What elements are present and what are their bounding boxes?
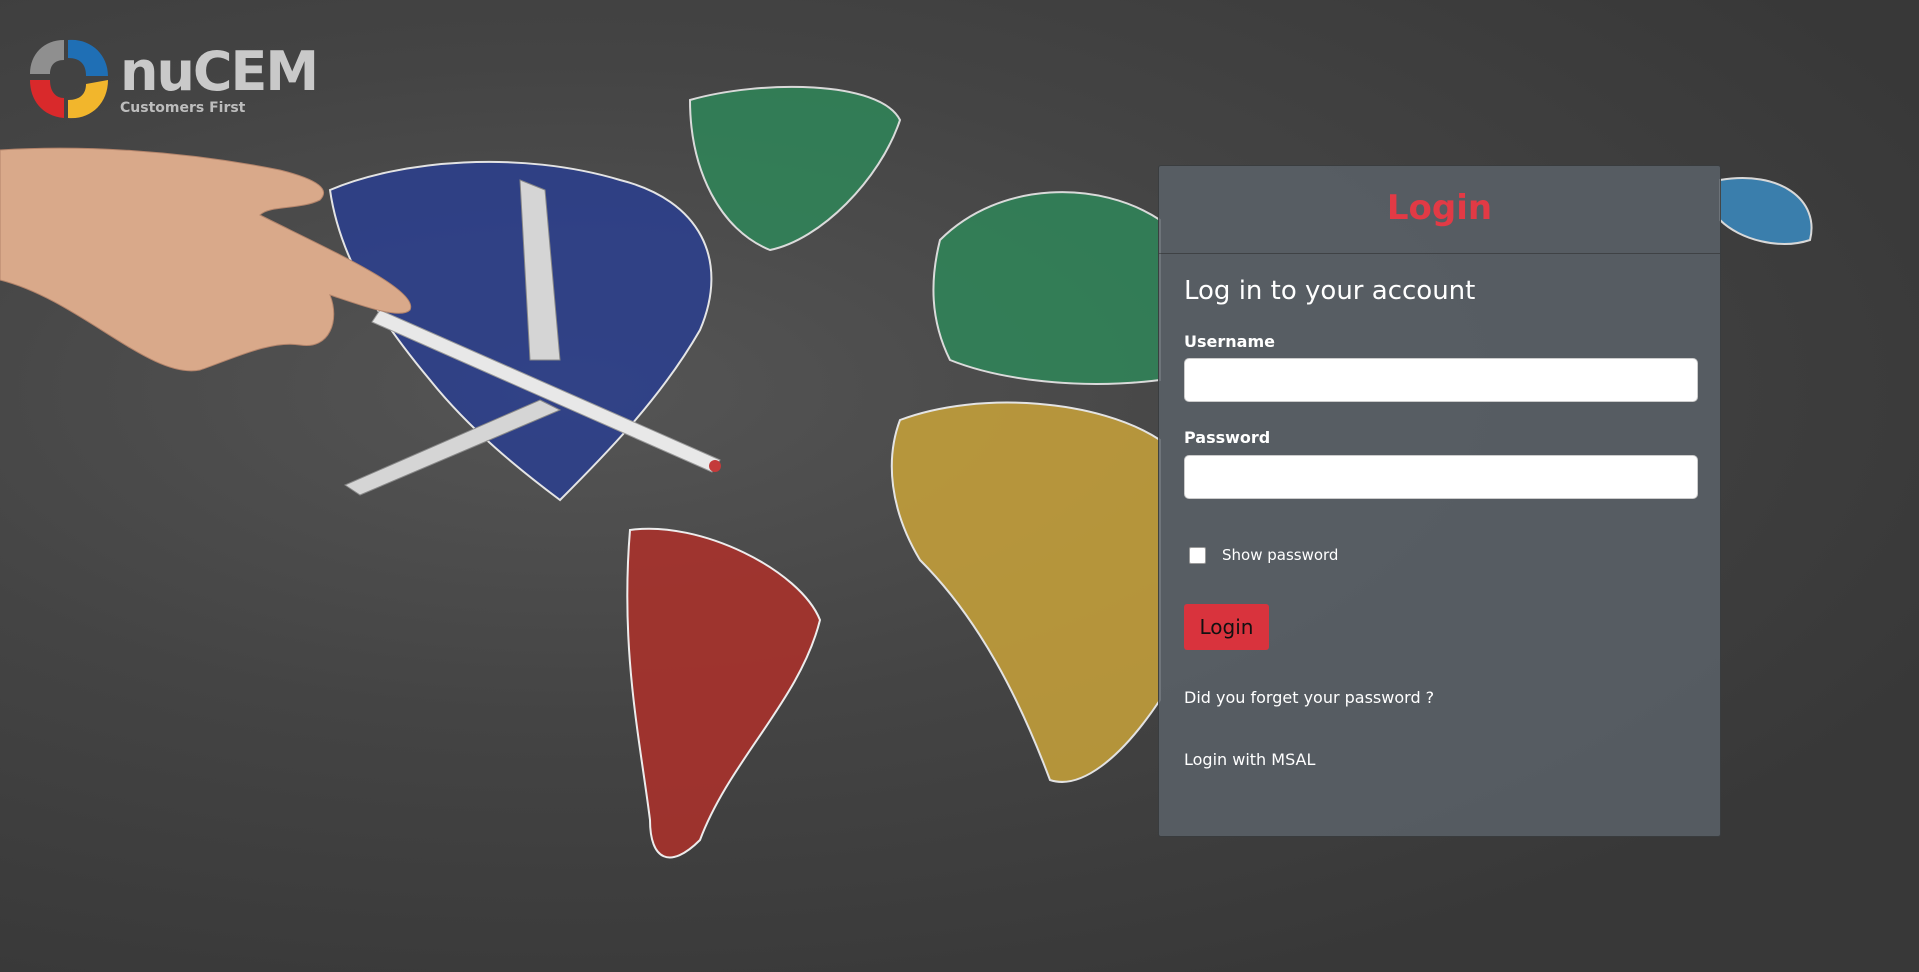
- europe-shape: [932, 191, 1161, 385]
- username-label: Username: [1184, 332, 1275, 351]
- login-button[interactable]: Login: [1184, 604, 1269, 650]
- login-subtitle: Log in to your account: [1184, 276, 1476, 306]
- south-america-shape: [626, 527, 822, 859]
- login-msal-link[interactable]: Login with MSAL: [1184, 750, 1315, 769]
- north-america-shape: [328, 160, 713, 502]
- greenland-shape: [688, 85, 902, 252]
- show-password-row[interactable]: Show password: [1189, 544, 1338, 566]
- show-password-checkbox[interactable]: [1189, 546, 1206, 564]
- africa-shape: [890, 401, 1161, 783]
- show-password-label[interactable]: Show password: [1222, 546, 1338, 564]
- password-label: Password: [1184, 428, 1271, 447]
- nucem-logo: nuCEM Customers First: [28, 34, 319, 124]
- title-divider: [1159, 253, 1720, 254]
- password-input[interactable]: [1184, 455, 1698, 499]
- username-input[interactable]: [1184, 358, 1698, 402]
- asia-edge-shape: [1719, 177, 1813, 245]
- logo-name: nuCEM: [120, 40, 319, 103]
- login-title: Login: [1386, 188, 1493, 228]
- nucem-logo-icon: [30, 39, 108, 119]
- forgot-password-link[interactable]: Did you forget your password ?: [1184, 688, 1434, 707]
- logo-tagline: Customers First: [120, 100, 246, 116]
- login-panel: Login Log in to your account Username Pa…: [1158, 165, 1721, 837]
